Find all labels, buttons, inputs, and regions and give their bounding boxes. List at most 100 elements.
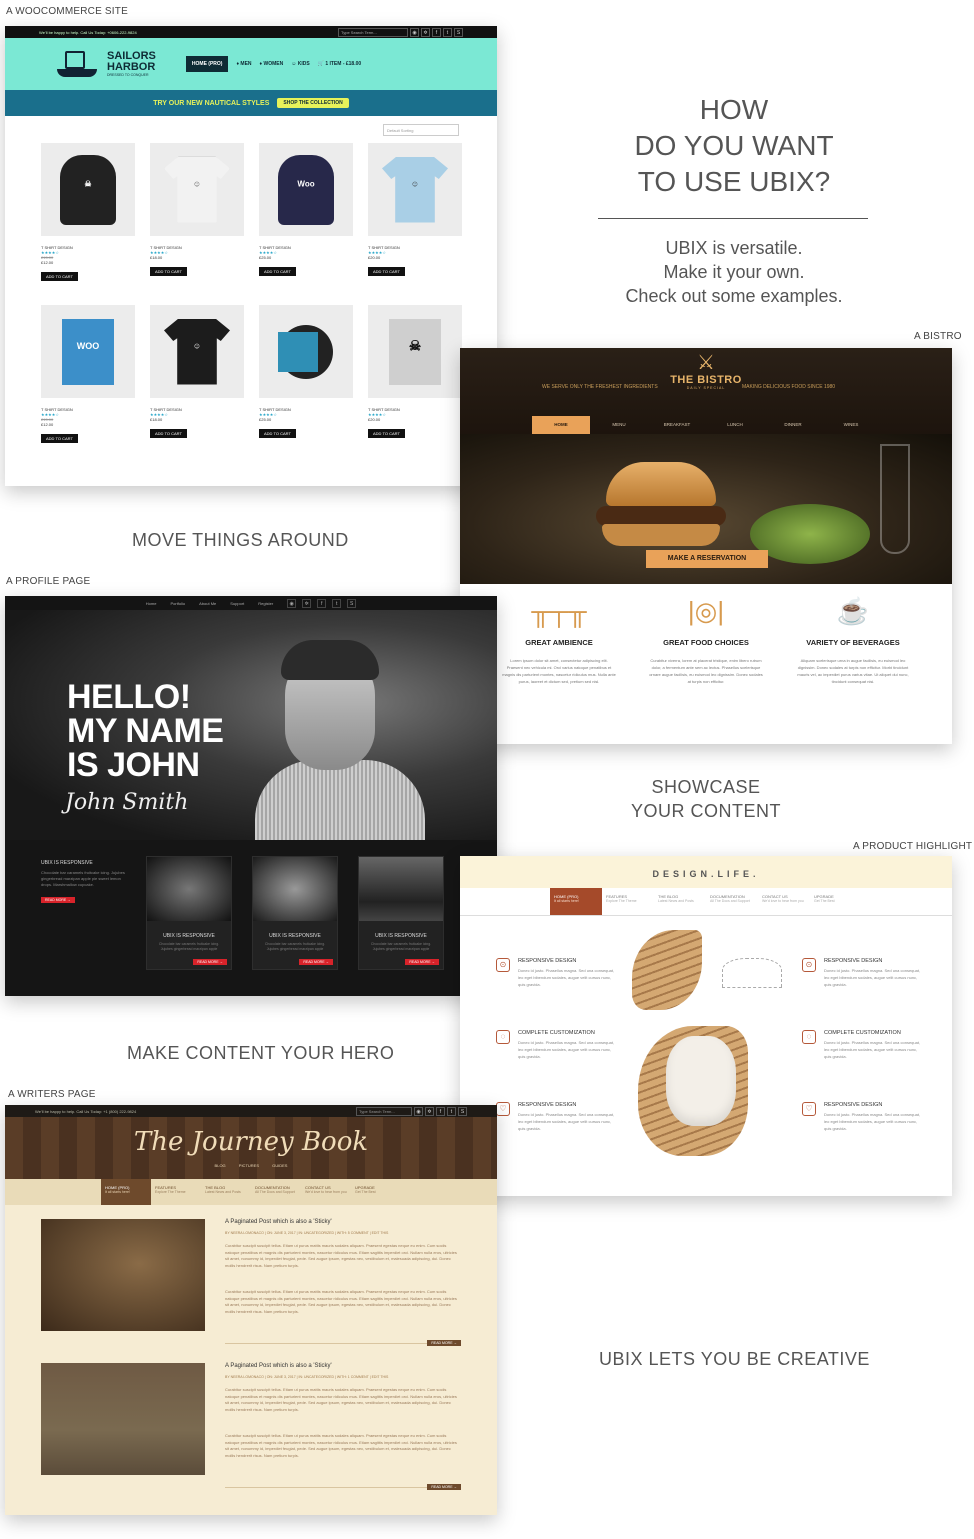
woo-nav-men[interactable]: ♦ MEN bbox=[236, 61, 251, 67]
design-nav-contact[interactable]: CONTACT US We'd love to hear from you bbox=[758, 888, 810, 915]
read-more-button[interactable]: READ MORE → bbox=[193, 959, 227, 965]
writers-nav-features[interactable]: FEATURES Explore The Theme bbox=[151, 1179, 201, 1205]
design-nav-docs[interactable]: DOCUMENTATION All The Docs and Support bbox=[706, 888, 758, 915]
rss-icon[interactable]: ◉ bbox=[287, 598, 297, 608]
profile-nav-portfolio[interactable]: Portfolio bbox=[170, 601, 185, 606]
heart-icon: ♡ bbox=[496, 1102, 510, 1116]
writers-nav-docs[interactable]: DOCUMENTATION All The Docs and Support bbox=[251, 1179, 301, 1205]
add-to-cart-button[interactable]: ADD TO CART bbox=[368, 429, 405, 438]
plate-cutlery-icon: |◎| bbox=[687, 596, 725, 626]
product-image[interactable]: ☠ bbox=[41, 143, 135, 236]
twitter-icon[interactable]: t bbox=[443, 27, 452, 37]
writers-subnav[interactable]: BLOG PICTURES GUIDES bbox=[5, 1163, 497, 1168]
product-card[interactable]: ☺ T SHIRT DESIGN ★★★★☆ £20.00 ADD TO CAR… bbox=[368, 143, 462, 278]
design-life-screenshot: DESIGN.LIFE. HOME (PRO) It all starts her… bbox=[460, 856, 952, 1196]
woo-nav-women[interactable]: ♦ WOMEN bbox=[260, 61, 284, 67]
woo-nav-kids[interactable]: ☺ KIDS bbox=[291, 61, 309, 67]
profile-card[interactable]: UBIX IS RESPONSIVE Chocolate bar caramel… bbox=[358, 856, 444, 970]
read-more-button[interactable]: READ MORE → bbox=[405, 959, 439, 965]
skype-icon[interactable]: S bbox=[347, 598, 357, 608]
bistro-logo[interactable]: ⚔ THE BISTRO DAILY SPECIAL bbox=[670, 352, 742, 390]
twitter-icon[interactable]: t bbox=[447, 1106, 456, 1116]
post-title[interactable]: A Paginated Post which is also a 'Sticky… bbox=[225, 1219, 332, 1225]
profile-nav-support[interactable]: Support bbox=[230, 601, 244, 606]
woo-banner-button[interactable]: SHOP THE COLLECTION bbox=[277, 98, 349, 108]
design-nav-blog[interactable]: THE BLOG Latest News and Posts bbox=[654, 888, 706, 915]
rss-icon[interactable]: ◉ bbox=[414, 1106, 423, 1116]
yelp-icon[interactable]: ✲ bbox=[302, 598, 312, 608]
facebook-icon[interactable]: f bbox=[436, 1106, 445, 1116]
greeting-line-1: HELLO! bbox=[67, 678, 191, 716]
bistro-nav-wines[interactable]: WINES bbox=[822, 416, 880, 434]
nav-sub: It all starts here! bbox=[105, 1190, 130, 1194]
profile-card[interactable]: UBIX IS RESPONSIVE Chocolate bar caramel… bbox=[252, 856, 338, 970]
product-card[interactable]: Woo T SHIRT DESIGN ★★★★☆ £25.00 ADD TO C… bbox=[259, 143, 353, 278]
chat-icon: ◌ bbox=[802, 1030, 816, 1044]
bistro-nav-lunch[interactable]: LUNCH bbox=[706, 416, 764, 434]
yelp-icon[interactable]: ✲ bbox=[425, 1106, 434, 1116]
writers-search-input[interactable]: Type Search Term... bbox=[356, 1106, 412, 1116]
woo-sort-select[interactable]: Default Sorting bbox=[383, 124, 459, 136]
add-to-cart-button[interactable]: ADD TO CART bbox=[368, 267, 405, 276]
product-image[interactable]: ☺ bbox=[150, 143, 244, 236]
product-card[interactable]: ☺ T SHIRT DESIGN ★★★★☆ £18.00 ADD TO CAR… bbox=[150, 143, 244, 278]
woo-nav-home[interactable]: HOME (PRO) bbox=[185, 56, 229, 72]
rss-icon[interactable]: ◉ bbox=[410, 27, 419, 37]
product-image[interactable]: WOO bbox=[41, 305, 135, 398]
read-more-button[interactable]: READ MORE → bbox=[427, 1484, 461, 1490]
writers-nav-upgrade[interactable]: UPGRADE Get The Best bbox=[351, 1179, 401, 1205]
bistro-nav-breakfast[interactable]: BREAKFAST bbox=[648, 416, 706, 434]
make-reservation-button[interactable]: MAKE A RESERVATION bbox=[646, 550, 768, 568]
bistro-nav-dinner[interactable]: DINNER bbox=[764, 416, 822, 434]
product-image[interactable]: ☺ bbox=[150, 305, 244, 398]
design-life-logo[interactable]: DESIGN.LIFE. bbox=[460, 856, 952, 888]
writers-nav-contact[interactable]: CONTACT US We'd love to hear from you bbox=[301, 1179, 351, 1205]
product-card[interactable]: ☠ T SHIRT DESIGN ★★★★☆ £15.00 £12.00 ADD… bbox=[41, 143, 135, 283]
subtitle-line-1: UBIX is versatile. bbox=[665, 238, 803, 258]
chat-icon: ◌ bbox=[496, 1030, 510, 1044]
product-image[interactable] bbox=[259, 305, 353, 398]
skype-icon[interactable]: S bbox=[454, 27, 463, 37]
bistro-nav-home[interactable]: HOME bbox=[532, 416, 590, 434]
add-to-cart-button[interactable]: ADD TO CART bbox=[150, 429, 187, 438]
facebook-icon[interactable]: f bbox=[317, 598, 327, 608]
product-image[interactable]: ☺ bbox=[368, 143, 462, 236]
horses-image bbox=[41, 1363, 205, 1475]
bistro-nav-menu[interactable]: MENU bbox=[590, 416, 648, 434]
design-nav-home[interactable]: HOME (PRO) It all starts here! bbox=[550, 888, 602, 915]
product-card[interactable]: ☠ T SHIRT DESIGN ★★★★☆ £20.00 ADD TO CAR… bbox=[368, 305, 462, 440]
heart-icon: ♡ bbox=[802, 1102, 816, 1116]
writers-nav-home[interactable]: HOME (PRO) It all starts here! bbox=[101, 1179, 151, 1205]
read-more-button[interactable]: READ MORE → bbox=[299, 959, 333, 965]
profile-card[interactable]: UBIX IS RESPONSIVE Chocolate bar caramel… bbox=[146, 856, 232, 970]
add-to-cart-button[interactable]: ADD TO CART bbox=[41, 434, 78, 443]
add-to-cart-button[interactable]: ADD TO CART bbox=[259, 267, 296, 276]
facebook-icon[interactable]: f bbox=[432, 27, 441, 37]
design-nav-upgrade[interactable]: UPGRADE Get The Best bbox=[810, 888, 862, 915]
caption-move: MOVE THINGS AROUND bbox=[132, 530, 349, 550]
product-image[interactable]: Woo bbox=[259, 143, 353, 236]
add-to-cart-button[interactable]: ADD TO CART bbox=[41, 272, 78, 281]
product-card[interactable]: ☺ T SHIRT DESIGN ★★★★☆ £18.00 ADD TO CAR… bbox=[150, 305, 244, 440]
product-image[interactable]: ☠ bbox=[368, 305, 462, 398]
skype-icon[interactable]: S bbox=[458, 1106, 467, 1116]
woo-search-input[interactable]: Type Search Term... bbox=[338, 27, 408, 37]
product-card[interactable]: T SHIRT DESIGN ★★★★☆ £25.00 ADD TO CART bbox=[259, 305, 353, 440]
twitter-icon[interactable]: t bbox=[332, 598, 342, 608]
read-more-button[interactable]: READ MORE → bbox=[427, 1340, 461, 1346]
woo-nav-cart[interactable]: 🛒 1 ITEM - £18.00 bbox=[318, 61, 361, 67]
yelp-icon[interactable]: ✲ bbox=[421, 27, 430, 37]
writers-nav-blog[interactable]: THE BLOG Latest News and Posts bbox=[201, 1179, 251, 1205]
product-card[interactable]: WOO T SHIRT DESIGN ★★★★☆ £15.00 £12.00 A… bbox=[41, 305, 135, 445]
design-nav-features[interactable]: FEATURES Explore The Theme bbox=[602, 888, 654, 915]
read-more-button[interactable]: READ MORE → bbox=[41, 897, 75, 903]
woo-logo[interactable]: SAILORS HARBOR DRESSED TO CONQUER bbox=[55, 49, 156, 79]
profile-nav-home[interactable]: Home bbox=[146, 601, 157, 606]
add-to-cart-button[interactable]: ADD TO CART bbox=[150, 267, 187, 276]
profile-nav-register[interactable]: Register bbox=[258, 601, 273, 606]
post-title[interactable]: A Paginated Post which is also a 'Sticky… bbox=[225, 1363, 332, 1369]
writers-logo[interactable]: The Journey Book bbox=[5, 1127, 497, 1157]
add-to-cart-button[interactable]: ADD TO CART bbox=[259, 429, 296, 438]
profile-nav-about[interactable]: About Me bbox=[199, 601, 216, 606]
design-feature: ◌ COMPLETE CUSTOMIZATION Donec id justo.… bbox=[802, 1030, 922, 1060]
